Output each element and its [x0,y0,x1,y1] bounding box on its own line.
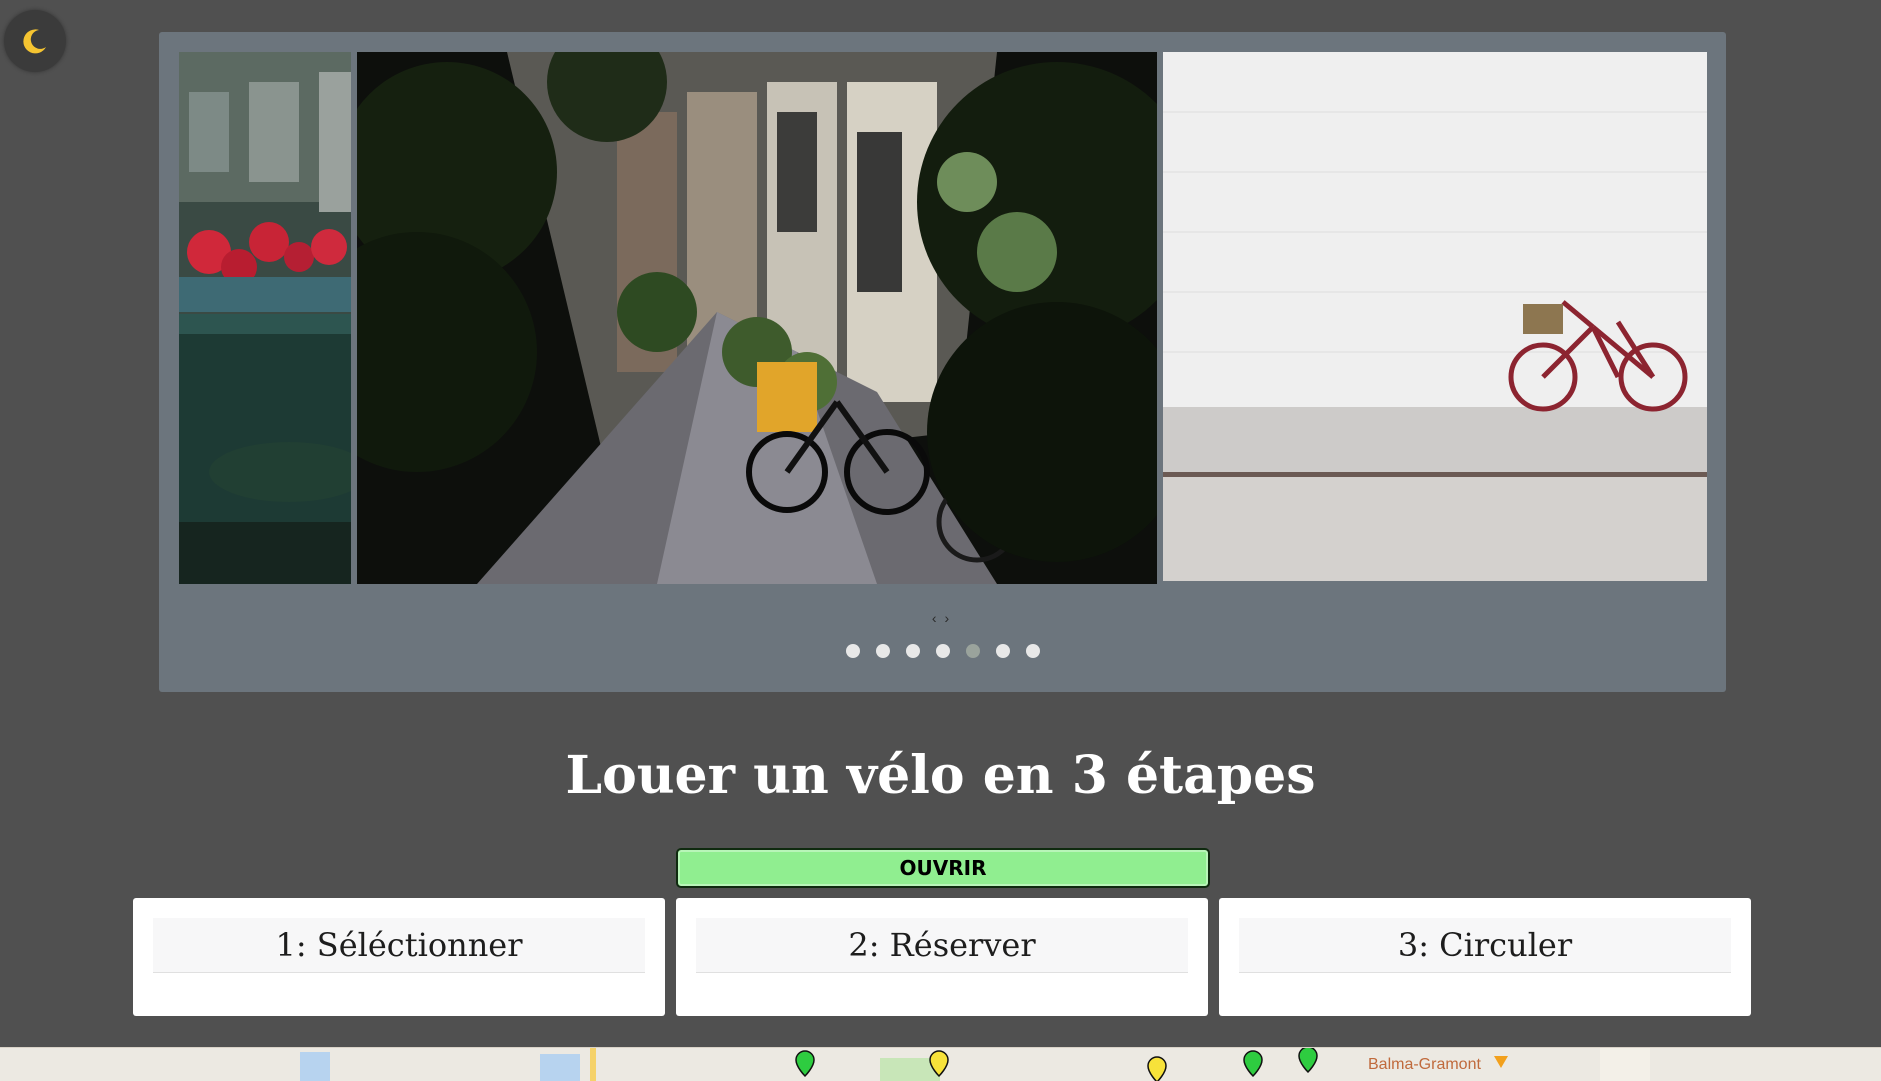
flowers-image [179,52,351,584]
carousel-indicators [159,644,1726,658]
section-title: Louer un vélo en 3 étapes [565,745,1316,806]
carousel-dot-3[interactable] [905,644,920,658]
theme-toggle-button[interactable] [4,10,66,72]
carousel-slide-red-bike[interactable] [1163,52,1707,581]
carousel-arrows: ‹ › [159,610,1726,626]
map-preview[interactable] [0,1047,1881,1081]
carousel-dot-4[interactable] [935,644,950,658]
map-image [0,1048,1881,1081]
open-button[interactable]: OUVRIR [676,848,1210,888]
carousel-prev-button[interactable]: ‹ [930,610,943,626]
map-place-label: Balma-Gramont [1368,1056,1481,1073]
carousel-dot-1[interactable] [845,644,860,658]
carousel-slide-alley[interactable] [357,52,1157,584]
carousel-dot-5[interactable] [965,644,980,658]
step-card-select[interactable]: 1: Séléctionner [133,898,665,1016]
image-carousel: ‹ › [159,32,1726,692]
carousel-dot-2[interactable] [875,644,890,658]
step-header-select: 1: Séléctionner [153,918,645,973]
moon-icon [23,29,46,54]
carousel-dot-6[interactable] [995,644,1010,658]
step-card-reserve[interactable]: 2: Réserver [676,898,1208,1016]
carousel-next-button[interactable]: › [943,610,956,626]
alley-bicycles-image [357,52,1157,584]
step-header-ride: 3: Circuler [1239,918,1731,973]
step-header-reserve: 2: Réserver [696,918,1188,973]
carousel-dot-7[interactable] [1025,644,1040,658]
carousel-slide-flowers[interactable] [179,52,351,584]
red-bicycle-image [1163,52,1707,581]
step-card-ride[interactable]: 3: Circuler [1219,898,1751,1016]
